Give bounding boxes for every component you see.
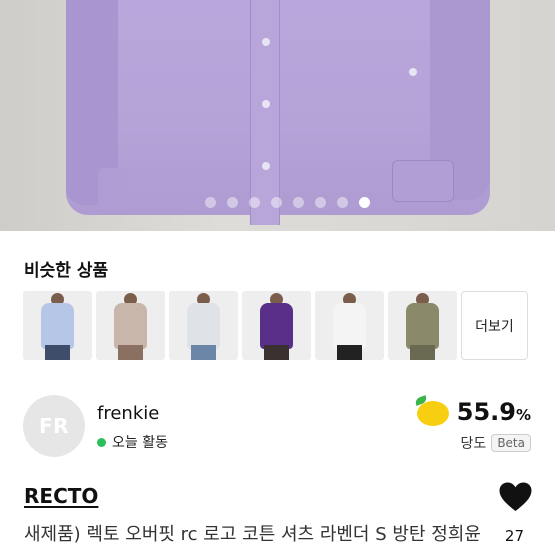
like-count: 27 bbox=[504, 527, 524, 545]
lemon-icon bbox=[413, 395, 451, 427]
shirt-placket bbox=[250, 0, 280, 225]
sweetness-label-row: 당도 Beta bbox=[461, 433, 531, 453]
shirt-button bbox=[262, 100, 270, 108]
sweetness-score: 55.9% bbox=[413, 395, 531, 427]
shirt-cuff-right bbox=[392, 160, 454, 202]
model-pants bbox=[410, 345, 435, 360]
model-shirt bbox=[114, 303, 147, 349]
shirt-button bbox=[262, 162, 270, 170]
pagination-dot[interactable] bbox=[271, 197, 282, 208]
similar-products-list: 더보기 bbox=[23, 291, 528, 360]
model-pants bbox=[337, 345, 362, 360]
model-shirt bbox=[333, 303, 366, 349]
seller-status: 오늘 활동 bbox=[97, 432, 168, 452]
model-shirt bbox=[41, 303, 74, 349]
similar-product-thumbnail[interactable] bbox=[169, 291, 238, 360]
similar-product-thumbnail[interactable] bbox=[315, 291, 384, 360]
heart-icon[interactable] bbox=[499, 482, 532, 512]
model-pants bbox=[45, 345, 70, 360]
pagination-dot[interactable] bbox=[337, 197, 348, 208]
online-dot-icon bbox=[97, 437, 106, 447]
similar-product-thumbnail[interactable] bbox=[388, 291, 457, 360]
pagination-dot[interactable] bbox=[205, 197, 216, 208]
similar-products-title: 비슷한 상품 bbox=[24, 261, 109, 281]
more-button[interactable]: 더보기 bbox=[461, 291, 528, 360]
model-pants bbox=[118, 345, 143, 360]
model-pants bbox=[264, 345, 289, 360]
product-image[interactable] bbox=[0, 0, 555, 231]
model-shirt bbox=[406, 303, 439, 349]
shirt-button bbox=[262, 38, 270, 46]
model-shirt bbox=[260, 303, 293, 349]
beta-badge: Beta bbox=[491, 434, 531, 452]
pagination-dot[interactable] bbox=[293, 197, 304, 208]
pagination-dot[interactable] bbox=[227, 197, 238, 208]
pagination-dot[interactable] bbox=[249, 197, 260, 208]
pagination-dot[interactable] bbox=[359, 197, 370, 208]
similar-product-thumbnail[interactable] bbox=[96, 291, 165, 360]
sweetness-value: 55.9% bbox=[457, 398, 531, 426]
product-title: 새제품) 렉토 오버핏 rc 로고 코튼 셔츠 라벤더 S 방탄 정희윤 bbox=[24, 524, 481, 545]
model-pants bbox=[191, 345, 216, 360]
brand-name[interactable]: RECTO bbox=[24, 484, 98, 508]
similar-product-thumbnail[interactable] bbox=[23, 291, 92, 360]
similar-product-thumbnail[interactable] bbox=[242, 291, 311, 360]
sweetness-number: 55.9 bbox=[456, 398, 516, 426]
image-pagination[interactable] bbox=[0, 197, 555, 208]
sweetness-label: 당도 bbox=[460, 436, 487, 452]
sweetness-unit: % bbox=[515, 406, 531, 424]
seller-name[interactable]: frenkie bbox=[97, 403, 159, 424]
shirt-button bbox=[409, 68, 417, 76]
pagination-dot[interactable] bbox=[315, 197, 326, 208]
seller-avatar[interactable]: FR bbox=[23, 395, 85, 457]
model-shirt bbox=[187, 303, 220, 349]
seller-status-text: 오늘 활동 bbox=[112, 435, 168, 451]
